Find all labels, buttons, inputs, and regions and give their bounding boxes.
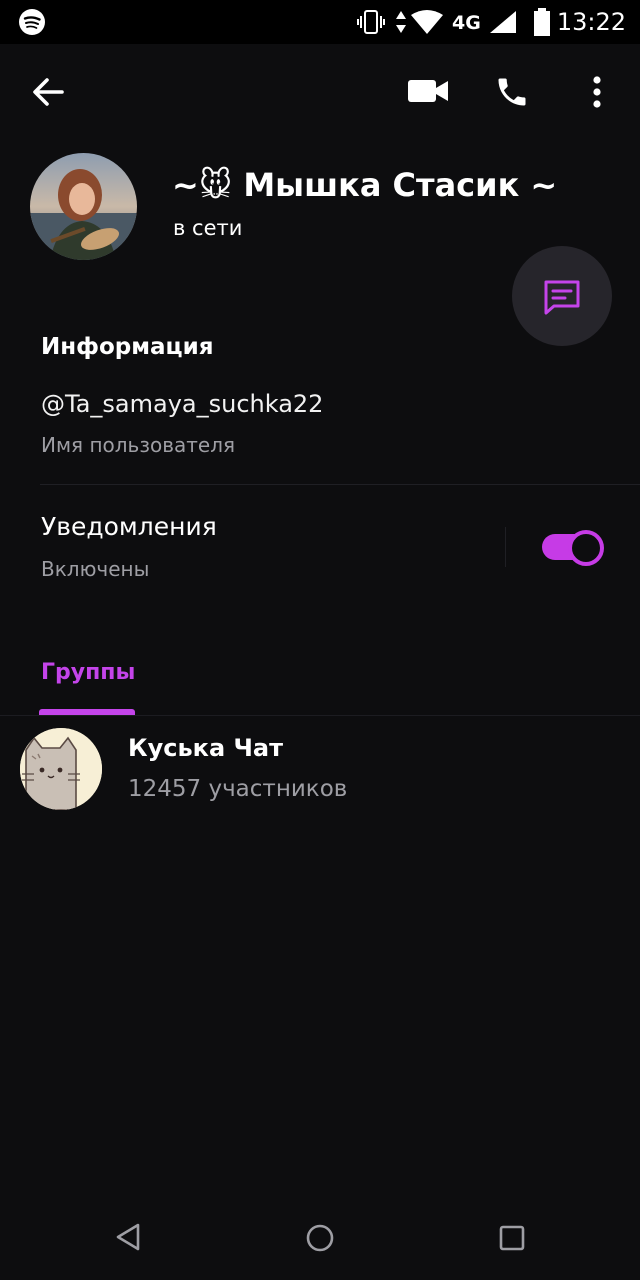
username-caption: Имя пользователя <box>41 433 236 457</box>
group-name: Куська Чат <box>128 734 284 762</box>
avatar-photo <box>30 153 137 260</box>
navigation-bar <box>0 1196 640 1280</box>
username[interactable]: @Ta_samaya_suchka22 <box>41 390 323 418</box>
status-bar: 4G 13:22 <box>0 0 640 44</box>
nav-back-icon[interactable] <box>114 1222 142 1252</box>
tab-groups[interactable]: Группы <box>41 660 135 685</box>
message-button[interactable] <box>512 246 612 346</box>
group-members: 12457 участников <box>128 776 348 802</box>
info-section-title: Информация <box>41 334 214 360</box>
network-type-label: 4G <box>452 12 481 34</box>
phone-icon[interactable] <box>494 74 530 110</box>
battery-icon <box>534 8 550 36</box>
notifications-caption: Включены <box>41 557 150 581</box>
nav-home-icon[interactable] <box>305 1223 335 1253</box>
chat-bubble-icon <box>544 280 580 315</box>
divider <box>40 484 640 485</box>
nav-recents-icon[interactable] <box>499 1225 525 1251</box>
video-call-icon[interactable] <box>406 76 450 106</box>
data-arrows-icon <box>396 11 406 33</box>
vibrate-icon <box>357 10 385 34</box>
list-item[interactable]: Куська Чат 12457 участников <box>0 716 640 826</box>
toggle-thumb <box>568 530 604 566</box>
back-arrow-icon[interactable] <box>30 74 66 110</box>
online-status: в сети <box>173 216 243 240</box>
wifi-icon <box>411 10 443 34</box>
group-avatar <box>20 728 102 810</box>
more-vert-icon[interactable] <box>586 74 608 110</box>
cat-icon <box>20 728 102 810</box>
avatar[interactable] <box>30 153 137 260</box>
profile-name: ~🐭 Мышка Стасик ~ <box>172 166 558 204</box>
status-time: 13:22 <box>556 8 626 36</box>
notifications-title[interactable]: Уведомления <box>41 512 217 541</box>
spotify-icon <box>19 9 45 35</box>
vertical-divider <box>505 527 506 567</box>
signal-icon <box>490 11 516 33</box>
app-bar <box>0 44 640 140</box>
